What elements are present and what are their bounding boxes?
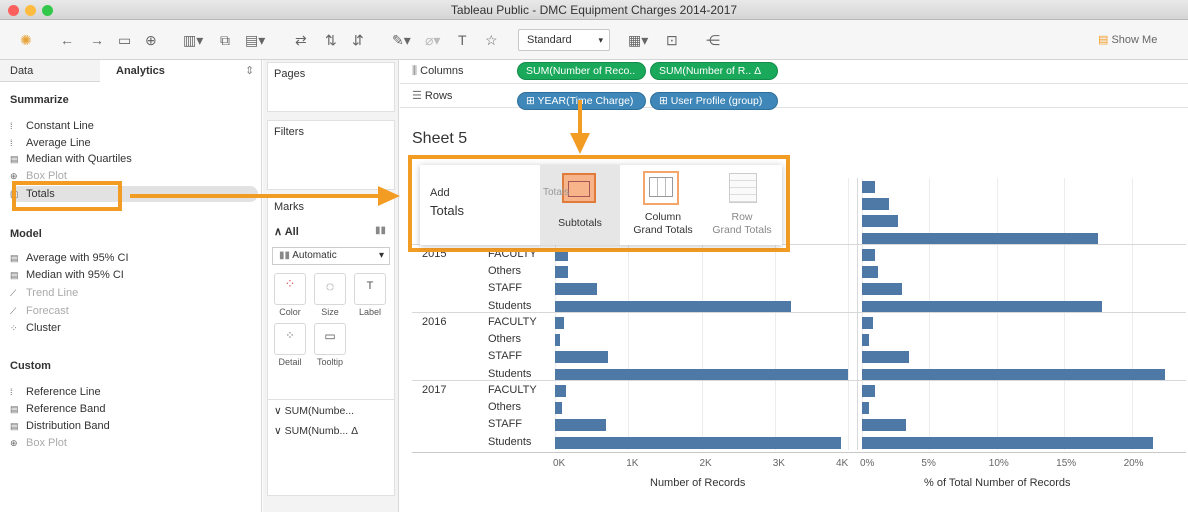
popup-add-label: Add [430, 187, 450, 199]
subtotals-label: Subtotals [558, 217, 602, 229]
row-totals-icon [729, 173, 757, 203]
row-grand-totals-label: Row Grand Totals [712, 211, 772, 236]
column-grand-totals-option[interactable]: Column Grand Totals [623, 165, 703, 245]
popup-totals-label: Totals [430, 203, 464, 218]
row-grand-totals-option[interactable]: Row Grand Totals [703, 165, 781, 245]
annotation-arrows [130, 100, 590, 206]
column-grand-totals-label: Column Grand Totals [633, 211, 693, 236]
subtotals-option[interactable]: Subtotals [540, 165, 620, 245]
totals-popup: Add Totals Subtotals Totals Column Grand… [420, 165, 782, 245]
column-totals-icon [643, 171, 679, 205]
popup-ghost-label: Totals [543, 187, 570, 198]
